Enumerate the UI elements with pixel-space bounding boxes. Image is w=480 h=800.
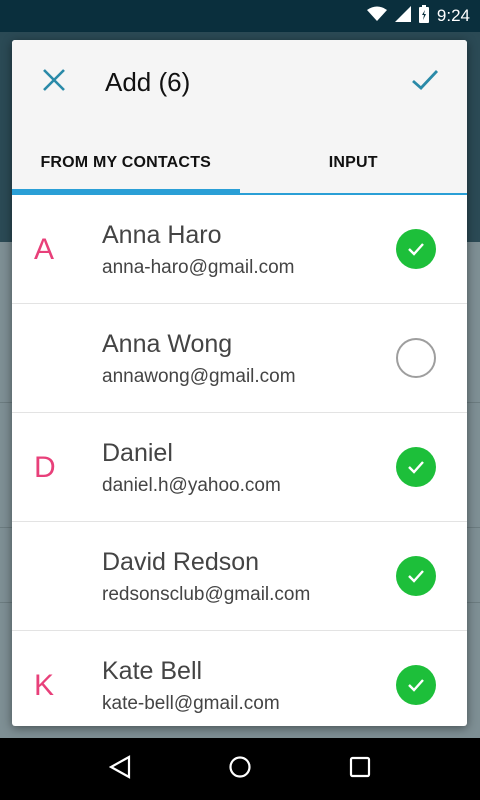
selected-check-icon[interactable] xyxy=(396,447,436,487)
selected-check-icon[interactable] xyxy=(396,229,436,269)
home-button[interactable] xyxy=(210,744,270,794)
wifi-icon xyxy=(366,6,387,27)
contact-row[interactable]: K Kate Bell kate-bell@gmail.com xyxy=(12,631,467,726)
tab-input[interactable]: INPUT xyxy=(240,133,468,193)
contact-email: annawong@gmail.com xyxy=(102,366,296,387)
contact-name: Daniel xyxy=(102,439,173,467)
navigation-bar xyxy=(0,738,480,800)
signal-icon xyxy=(394,5,411,27)
section-letter: K xyxy=(34,669,55,702)
contact-email: kate-bell@gmail.com xyxy=(102,693,280,714)
dialog-title: Add (6) xyxy=(105,67,191,97)
status-bar: 9:24 xyxy=(0,0,480,32)
back-button[interactable] xyxy=(90,744,150,794)
selected-check-icon[interactable] xyxy=(396,665,436,705)
confirm-button[interactable] xyxy=(405,62,445,102)
contact-row[interactable]: D Daniel daniel.h@yahoo.com xyxy=(12,413,467,522)
recents-button[interactable] xyxy=(330,744,390,794)
contact-name: Kate Bell xyxy=(102,657,203,685)
dialog-header: Add (6) FROM MY CONTACTS INPUT xyxy=(12,40,467,195)
close-icon xyxy=(42,68,66,97)
status-time: 9:24 xyxy=(436,6,470,25)
contact-row[interactable]: David Redson redsonsclub@gmail.com xyxy=(12,522,467,631)
selected-check-icon[interactable] xyxy=(396,556,436,596)
battery-icon xyxy=(418,4,429,28)
tab-bar: FROM MY CONTACTS INPUT xyxy=(12,133,468,195)
contact-name: David Redson xyxy=(102,548,260,576)
contact-email: anna-haro@gmail.com xyxy=(102,257,295,278)
recents-icon xyxy=(349,756,371,783)
section-letter: A xyxy=(34,233,55,266)
section-letter: D xyxy=(34,451,56,484)
contact-list: A Anna Haro anna-haro@gmail.com Anna Won… xyxy=(12,195,467,726)
check-icon xyxy=(411,69,439,96)
contact-row[interactable]: A Anna Haro anna-haro@gmail.com xyxy=(12,195,467,304)
contact-row[interactable]: Anna Wong annawong@gmail.com xyxy=(12,304,467,413)
contact-email: daniel.h@yahoo.com xyxy=(102,475,281,496)
add-contacts-dialog: Add (6) FROM MY CONTACTS INPUT A Anna Ha… xyxy=(12,40,467,726)
contact-name: Anna Wong xyxy=(102,330,233,358)
contact-name: Anna Haro xyxy=(102,221,222,249)
contact-email: redsonsclub@gmail.com xyxy=(102,584,311,605)
unselected-circle-icon[interactable] xyxy=(396,338,436,378)
close-button[interactable] xyxy=(34,62,74,102)
home-icon xyxy=(228,755,252,784)
back-icon xyxy=(108,754,131,784)
tab-from-my-contacts[interactable]: FROM MY CONTACTS xyxy=(12,133,240,195)
